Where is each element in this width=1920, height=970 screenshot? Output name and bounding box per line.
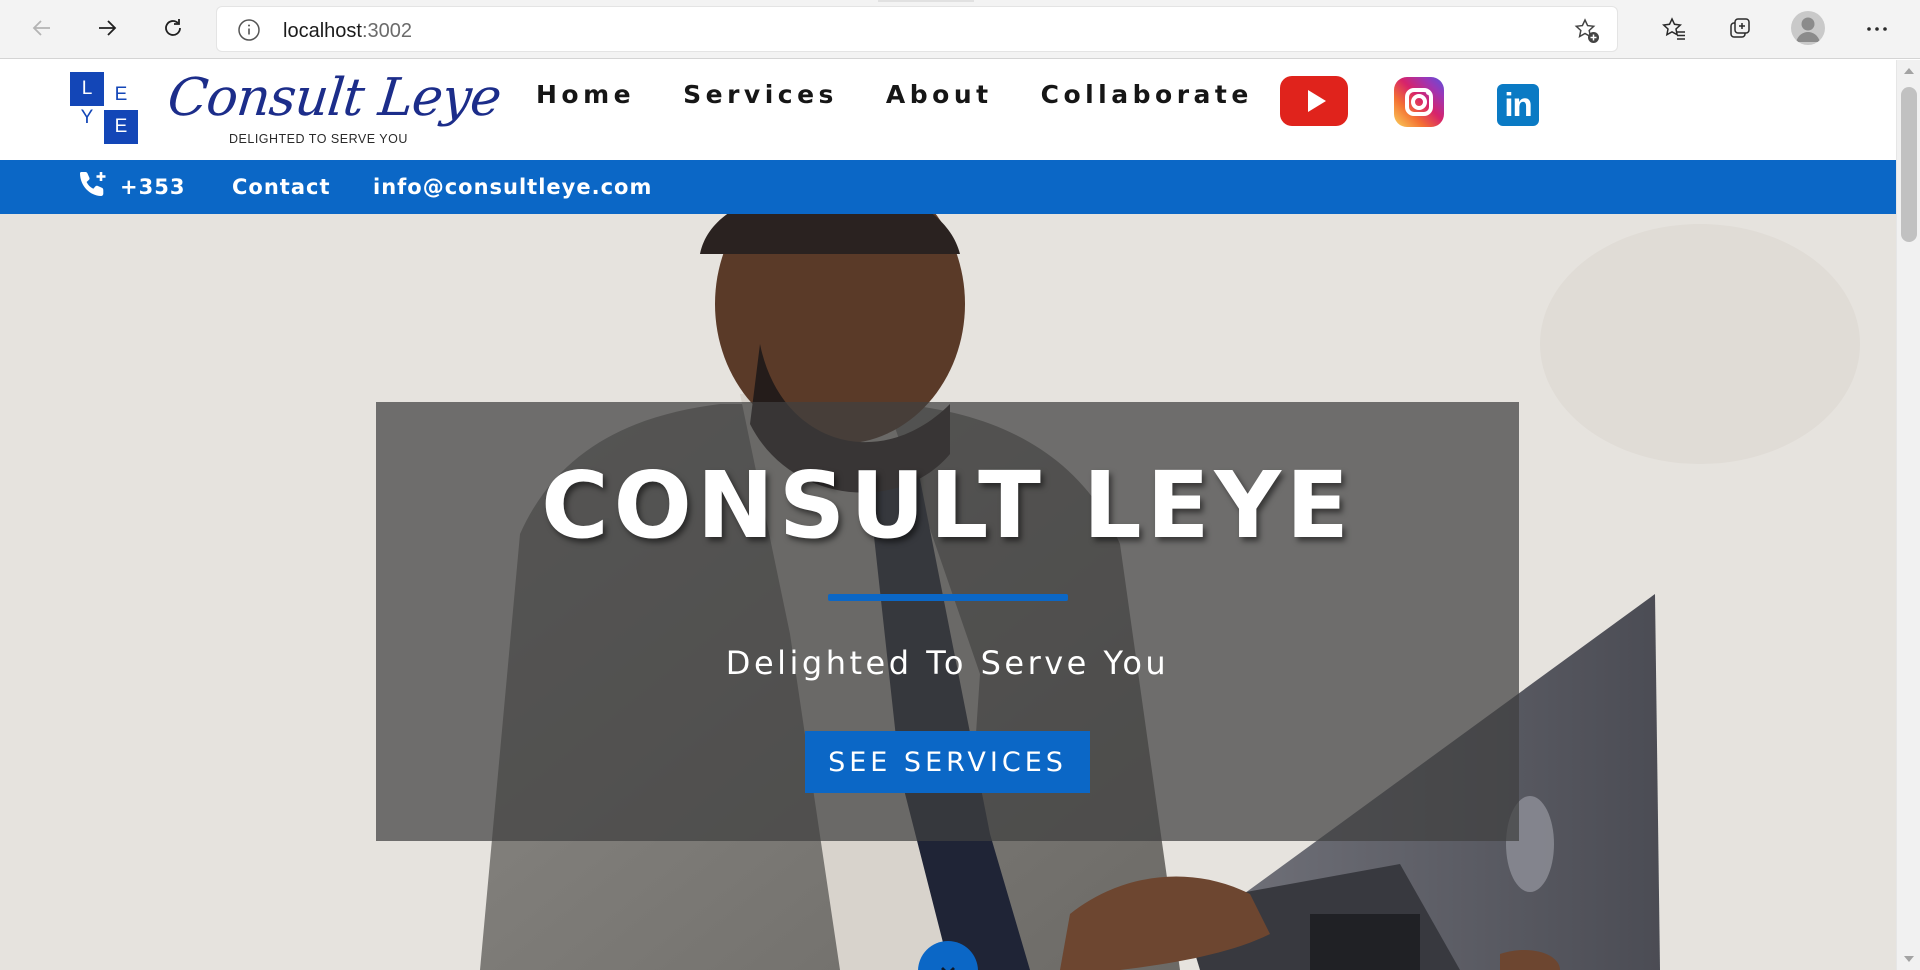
reload-icon xyxy=(165,19,181,36)
nav-home[interactable]: Home xyxy=(536,80,635,109)
linkedin-icon[interactable]: in xyxy=(1497,84,1539,126)
site-header: L E Y E Consult Leye DELIGHTED TO SERVE … xyxy=(0,60,1896,160)
linkedin-text: in xyxy=(1504,86,1532,123)
hero-divider xyxy=(828,594,1068,601)
see-services-button[interactable]: SEE SERVICES xyxy=(805,731,1090,793)
scroll-down-arrow[interactable] xyxy=(1904,956,1914,962)
page-viewport: L E Y E Consult Leye DELIGHTED TO SERVE … xyxy=(0,60,1896,970)
scrollbar-thumb[interactable] xyxy=(1901,87,1917,242)
forward-button[interactable] xyxy=(89,10,125,46)
info-icon[interactable] xyxy=(237,18,261,42)
profile-icon xyxy=(1796,17,1820,42)
instagram-dot xyxy=(1426,90,1431,95)
url-host: localhost xyxy=(283,20,362,42)
address-bar[interactable]: localhost:3002 xyxy=(216,6,1618,52)
more-icon xyxy=(1867,27,1887,31)
hero-section: CONSULT LEYE Delighted To Serve You SEE … xyxy=(0,214,1896,970)
logo-tagline: DELIGHTED TO SERVE YOU xyxy=(229,132,408,146)
youtube-icon[interactable] xyxy=(1280,76,1348,126)
favorites-icon xyxy=(1662,17,1685,40)
scroll-up-arrow[interactable] xyxy=(1904,68,1914,74)
star-plus-icon[interactable] xyxy=(1573,17,1601,45)
nav-about[interactable]: About xyxy=(886,80,993,109)
contact-bar: +353 Contact info@consultleye.com xyxy=(0,160,1896,214)
arrow-right-icon xyxy=(99,20,117,36)
tab-indicator xyxy=(878,0,974,2)
logo-mark[interactable]: L E Y E xyxy=(70,72,142,144)
phone-add-icon xyxy=(80,172,106,196)
url-port: :3002 xyxy=(361,20,412,42)
logo-script[interactable]: Consult Leye xyxy=(165,68,504,128)
browser-toolbar: localhost:3002 xyxy=(0,0,1920,59)
avatar[interactable] xyxy=(1791,11,1825,45)
main-nav: Home Services About Collaborate xyxy=(536,80,1253,109)
logo-letter-e1: E xyxy=(114,84,128,105)
hero-title: CONSULT LEYE xyxy=(541,452,1354,559)
collections-button[interactable] xyxy=(1722,11,1758,47)
reload-button[interactable] xyxy=(155,10,191,46)
more-button[interactable] xyxy=(1859,11,1895,47)
nav-services[interactable]: Services xyxy=(683,80,838,109)
hero-subtitle: Delighted To Serve You xyxy=(725,644,1170,682)
logo-letter-y: Y xyxy=(80,107,94,128)
instagram-icon[interactable] xyxy=(1394,77,1444,127)
chevron-down-icon xyxy=(941,967,955,970)
page-scrollbar[interactable] xyxy=(1896,60,1920,970)
contact-link[interactable]: Contact xyxy=(232,175,331,199)
nav-collaborate[interactable]: Collaborate xyxy=(1041,80,1253,109)
back-button[interactable] xyxy=(24,10,60,46)
collections-icon xyxy=(1730,18,1750,38)
logo-letter-l: L xyxy=(70,72,104,106)
contact-phone[interactable]: +353 xyxy=(120,175,185,199)
instagram-lens xyxy=(1411,94,1427,110)
contact-email[interactable]: info@consultleye.com xyxy=(373,175,652,199)
url-text[interactable]: localhost:3002 xyxy=(283,20,412,43)
favorites-button[interactable] xyxy=(1656,11,1692,47)
play-triangle xyxy=(1307,90,1326,112)
logo-letter-e2: E xyxy=(104,110,138,144)
arrow-left-icon xyxy=(32,20,50,36)
